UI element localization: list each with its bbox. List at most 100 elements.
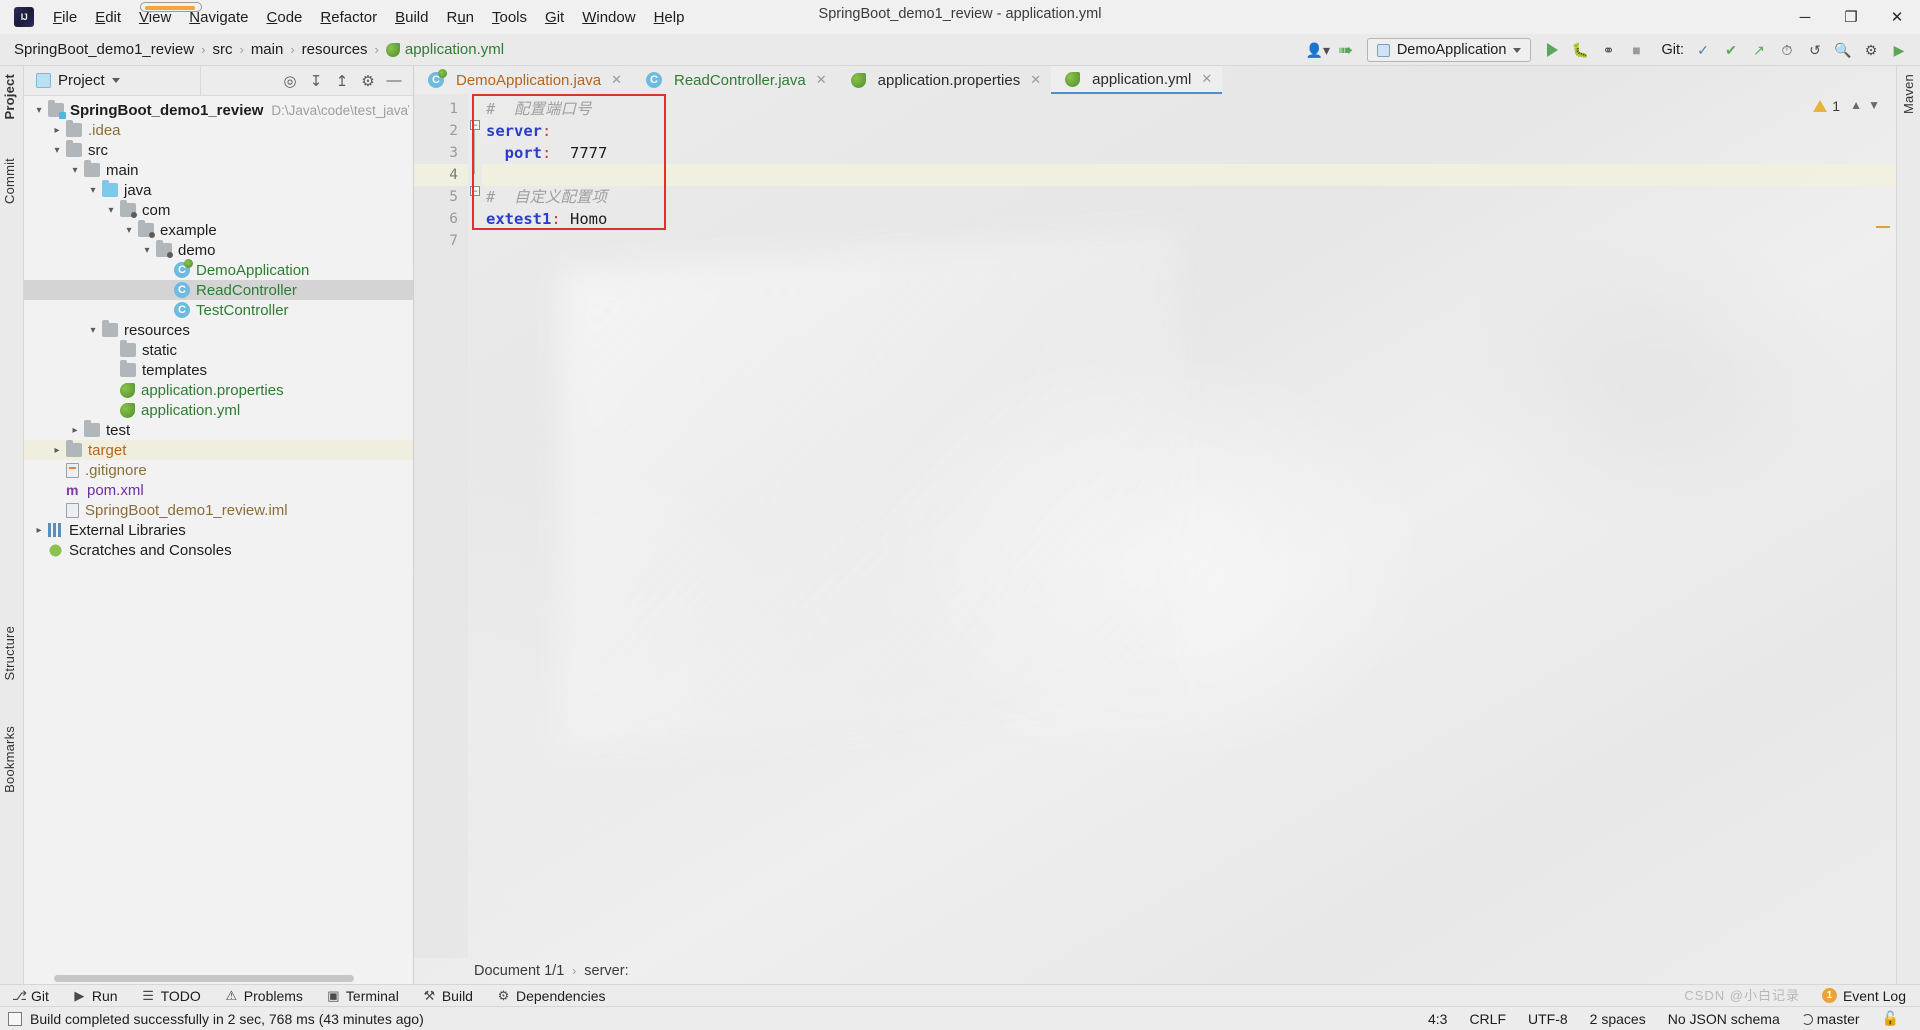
chevron-down-icon[interactable] — [111, 78, 120, 83]
status-item-no-json-schema[interactable]: No JSON schema — [1657, 1011, 1791, 1027]
chevron-down-icon[interactable]: ▾ — [86, 183, 100, 197]
next-issue-icon[interactable]: ▼ — [1868, 98, 1880, 112]
status-item-2-spaces[interactable]: 2 spaces — [1579, 1011, 1657, 1027]
tool-window-bookmarks[interactable]: Bookmarks — [2, 726, 17, 793]
project-panel-title-group[interactable]: Project — [24, 72, 120, 89]
tree-node-target[interactable]: ▸ target — [24, 440, 413, 460]
tree-node-external-libraries[interactable]: ▸ External Libraries — [24, 520, 413, 540]
expand-all-icon[interactable]: ↧ — [305, 70, 327, 92]
editor-tab-readcontroller-java[interactable]: C ReadController.java ✕ — [632, 66, 837, 94]
run-configuration-selector[interactable]: DemoApplication — [1366, 38, 1532, 62]
chevron-down-icon[interactable]: ▾ — [140, 243, 154, 257]
close-icon[interactable]: ✕ — [611, 72, 622, 88]
close-icon[interactable]: ✕ — [1030, 72, 1041, 88]
tree-node-java[interactable]: ▾ java — [24, 180, 413, 200]
tool-window-maven[interactable]: Maven — [1901, 74, 1916, 114]
git-commit-icon[interactable]: ✓ — [1690, 37, 1716, 63]
tool-window-project[interactable]: Project — [2, 74, 17, 119]
editor-tab-application-yml[interactable]: application.yml ✕ — [1051, 66, 1223, 94]
chevron-down-icon[interactable]: ▾ — [68, 163, 82, 177]
error-stripe-mark[interactable] — [1876, 226, 1890, 228]
tree-node-application-properties[interactable]: application.properties — [24, 380, 413, 400]
tree-node-springboot-demo1-review-iml[interactable]: SpringBoot_demo1_review.iml — [24, 500, 413, 520]
project-tree[interactable]: ▾ SpringBoot_demo1_review D:\Java\code\tes… — [24, 96, 413, 984]
tree-node-idea[interactable]: ▸ .idea — [24, 120, 413, 140]
collapse-all-icon[interactable]: ↥ — [331, 70, 353, 92]
code-line[interactable]: extest1: Homo — [482, 208, 1896, 230]
chevron-down-icon[interactable]: ▾ — [122, 223, 136, 237]
bottom-tool-build[interactable]: ⚒ Build — [411, 988, 485, 1004]
status-item-crlf[interactable]: CRLF — [1458, 1011, 1517, 1027]
code-content[interactable]: # 配置端口号 server: port: 7777 # 自定义配置项 extest1… — [482, 94, 1896, 958]
chevron-right-icon[interactable]: ▸ — [50, 123, 64, 137]
tree-node-springboot-demo1-review[interactable]: ▾ SpringBoot_demo1_review D:\Java\code\tes… — [24, 100, 413, 120]
code-line[interactable]: server: — [482, 120, 1896, 142]
tree-node-resources[interactable]: ▾ resources — [24, 320, 413, 340]
chevron-down-icon[interactable]: ▾ — [32, 103, 46, 117]
menu-tools[interactable]: Tools — [483, 5, 536, 30]
breadcrumb-resources[interactable]: resources › — [302, 41, 386, 58]
tree-node-templates[interactable]: templates — [24, 360, 413, 380]
update-project-icon[interactable]: ➠ — [1333, 37, 1359, 63]
event-log-button[interactable]: 1 Event Log — [1821, 988, 1920, 1004]
close-icon[interactable]: ✕ — [816, 72, 827, 88]
tree-node-demoapplication[interactable]: C DemoApplication — [24, 259, 413, 280]
bottom-tool-problems[interactable]: ⚠ Problems — [213, 988, 315, 1004]
git-push-icon[interactable]: ↗ — [1746, 37, 1772, 63]
tree-node-pom-xml[interactable]: m pom.xml — [24, 480, 413, 500]
close-icon[interactable]: ✕ — [1201, 71, 1212, 87]
status-item-lock[interactable]: 🔓 — [1871, 1010, 1910, 1027]
editor-gutter[interactable]: 1 2 3 4 5 6 7 — [414, 94, 468, 958]
hide-panel-icon[interactable]: — — [383, 70, 405, 92]
chevron-right-icon[interactable]: ▸ — [32, 523, 46, 537]
chevron-right-icon[interactable]: ▸ — [50, 443, 64, 457]
search-icon[interactable]: 🔍 — [1830, 37, 1856, 63]
tree-node-src[interactable]: ▾ src — [24, 140, 413, 160]
previous-issue-icon[interactable]: ▲ — [1850, 98, 1862, 112]
status-item-4-3[interactable]: 4:3 — [1417, 1011, 1458, 1027]
menu-code[interactable]: Code — [258, 5, 312, 30]
breadcrumb-project[interactable]: SpringBoot_demo1_review › — [14, 41, 212, 58]
minimize-button[interactable]: ─ — [1782, 0, 1828, 34]
bottom-tool-run[interactable]: ▶ Run — [61, 988, 130, 1004]
editor-tab-application-properties[interactable]: application.properties ✕ — [837, 66, 1052, 94]
code-folding-column[interactable]: − − — [468, 94, 482, 958]
code-line[interactable]: # 配置端口号 — [482, 98, 1896, 120]
locate-file-icon[interactable]: ◎ — [279, 70, 301, 92]
bottom-tool-dependencies[interactable]: ⚙ Dependencies — [485, 988, 618, 1004]
debug-icon[interactable]: 🐛 — [1567, 37, 1593, 63]
chevron-down-icon[interactable]: ▾ — [86, 323, 100, 337]
history-icon[interactable]: ⏱ — [1774, 37, 1800, 63]
tree-node-application-yml[interactable]: application.yml — [24, 400, 413, 420]
tree-node-demo[interactable]: ▾ demo — [24, 240, 413, 260]
breadcrumb-main[interactable]: main › — [251, 41, 302, 58]
run-with-coverage-icon[interactable]: ⚭ — [1595, 37, 1621, 63]
breadcrumb-file[interactable]: application.yml — [385, 41, 504, 58]
menu-help[interactable]: Help — [645, 5, 694, 30]
menu-file[interactable]: File — [44, 5, 86, 30]
tree-node-scratches-and-consoles[interactable]: Scratches and Consoles — [24, 540, 413, 560]
chevron-down-icon[interactable]: ▾ — [104, 203, 118, 217]
status-item-branch[interactable]: master — [1791, 1011, 1871, 1027]
menu-build[interactable]: Build — [386, 5, 437, 30]
maximize-button[interactable]: ❐ — [1828, 0, 1874, 34]
menu-edit[interactable]: Edit — [86, 5, 130, 30]
menu-git[interactable]: Git — [536, 5, 573, 30]
ide-indicator-icon[interactable]: ▶ — [1886, 37, 1912, 63]
settings-gear-icon[interactable]: ⚙ — [1858, 37, 1884, 63]
code-line[interactable] — [482, 230, 1896, 252]
code-line[interactable]: port: 7777 — [482, 142, 1896, 164]
code-line[interactable]: # 自定义配置项 — [482, 186, 1896, 208]
tree-node-testcontroller[interactable]: C TestController — [24, 300, 413, 320]
tree-node-main[interactable]: ▾ main — [24, 160, 413, 180]
chevron-right-icon[interactable]: ▸ — [68, 423, 82, 437]
user-dropdown-icon[interactable]: 👤▾ — [1305, 37, 1331, 63]
horizontal-scrollbar[interactable] — [54, 975, 354, 982]
tree-node-example[interactable]: ▾ example — [24, 220, 413, 240]
menu-run[interactable]: Run — [437, 5, 483, 30]
close-button[interactable]: ✕ — [1874, 0, 1920, 34]
tree-node-readcontroller[interactable]: C ReadController — [24, 280, 413, 300]
settings-gear-icon[interactable]: ⚙ — [357, 70, 379, 92]
fold-marker[interactable]: − — [470, 186, 480, 196]
inspection-warnings[interactable]: 1 — [1813, 98, 1840, 114]
